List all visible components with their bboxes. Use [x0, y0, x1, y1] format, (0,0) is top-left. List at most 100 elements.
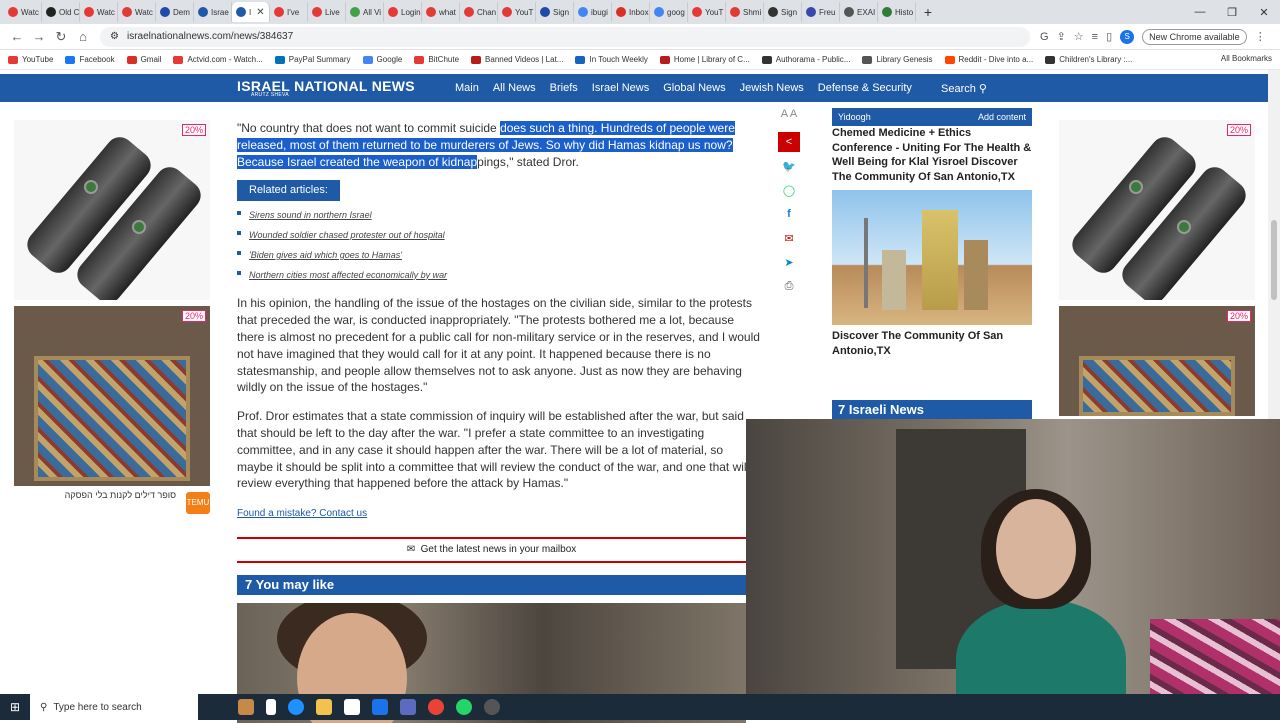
menu-icon[interactable]: ⋮	[1255, 30, 1266, 43]
browser-tab[interactable]: Chan	[460, 2, 498, 22]
bookmark-item[interactable]: Children's Library :...	[1045, 55, 1132, 64]
bookmark-item[interactable]: Facebook	[65, 55, 115, 64]
edge-icon[interactable]	[288, 699, 304, 715]
right-ad[interactable]: ✕ ⓘ 20% 20%	[1059, 120, 1255, 416]
site-search-button[interactable]: Search ⚲	[941, 82, 987, 95]
mail-app-icon[interactable]	[372, 699, 388, 715]
site-logo[interactable]: ISRAEL NATIONAL NEWS ARUTZ SHEVA	[237, 78, 415, 98]
nav-link[interactable]: Jewish News	[740, 82, 804, 94]
nav-link[interactable]: Main	[455, 82, 479, 94]
whatsapp-icon[interactable]: ◯	[778, 180, 800, 200]
task-view-icon[interactable]	[266, 699, 276, 715]
bookmark-item[interactable]: Library Genesis	[862, 55, 933, 64]
san-antonio-image[interactable]	[832, 190, 1032, 325]
related-article-link[interactable]: Wounded soldier chased protester out of …	[237, 227, 762, 244]
promo-title[interactable]: Chemed Medicine + Ethics Conference - Un…	[832, 126, 1032, 184]
browser-tab[interactable]: Live	[308, 2, 346, 22]
profile-avatar[interactable]: S	[1120, 29, 1135, 44]
bookmark-item[interactable]: Google	[362, 55, 402, 64]
back-icon[interactable]: ←	[6, 29, 28, 44]
print-icon[interactable]: ⎙	[778, 276, 800, 296]
nav-link[interactable]: Global News	[663, 82, 725, 94]
obs-icon[interactable]	[484, 699, 500, 715]
minimize-icon[interactable]: —	[1184, 6, 1216, 18]
telegram-icon[interactable]: ➤	[778, 252, 800, 272]
browser-tab[interactable]: I've	[270, 2, 308, 22]
app-icon[interactable]	[400, 699, 416, 715]
browser-tab[interactable]: YouT	[498, 2, 536, 22]
bookmark-item[interactable]: Actvid.com - Watch...	[173, 55, 263, 64]
promo-title[interactable]: Discover The Community Of San Antonio,TX	[832, 329, 1032, 358]
sidepanel-icon[interactable]: ▯	[1106, 30, 1112, 43]
bookmark-item[interactable]: YouTube	[8, 55, 53, 64]
store-icon[interactable]	[344, 699, 360, 715]
nav-link[interactable]: All News	[493, 82, 536, 94]
browser-tab[interactable]: EXAI	[840, 2, 878, 22]
tab-search-icon[interactable]: ≡	[1092, 31, 1098, 43]
scrollbar-thumb[interactable]	[1271, 220, 1277, 300]
taskbar-search-input[interactable]: ⚲ Type here to search	[30, 694, 198, 720]
new-chrome-button[interactable]: New Chrome available	[1142, 28, 1247, 45]
share-icon[interactable]: <	[778, 132, 800, 152]
bookmark-item[interactable]: Banned Videos | Lat...	[471, 55, 563, 64]
email-icon[interactable]: ✉	[778, 228, 800, 248]
newsletter-bar[interactable]: ✉ Get the latest news in your mailbox	[237, 536, 746, 563]
site-info-icon[interactable]: ⚙	[110, 31, 119, 42]
nav-link[interactable]: Briefs	[550, 82, 578, 94]
browser-tab[interactable]: I ✕	[232, 2, 270, 22]
new-tab-icon[interactable]: +	[916, 4, 940, 20]
rug-ad-image[interactable]: 20%	[14, 306, 210, 486]
facebook-icon[interactable]: f	[778, 204, 800, 224]
contact-us-link[interactable]: Found a mistake? Contact us	[237, 506, 762, 523]
browser-tab[interactable]: Sign	[536, 2, 574, 22]
chrome-icon[interactable]	[428, 699, 444, 715]
browser-tab[interactable]: goog	[650, 2, 688, 22]
browser-tab[interactable]: All Vi	[346, 2, 384, 22]
share-page-icon[interactable]: ⇪	[1057, 30, 1066, 43]
url-input[interactable]: ⚙ israelnationalnews.com/news/384637	[100, 26, 1030, 47]
restore-icon[interactable]: ❐	[1216, 6, 1248, 19]
flashlight-ad-image[interactable]: 20%	[14, 120, 210, 300]
temu-logo[interactable]: TEMU	[186, 492, 210, 514]
sponsor-logo[interactable]: Yidoogh	[838, 112, 871, 122]
forward-icon[interactable]: →	[28, 29, 50, 44]
related-article-link[interactable]: Northern cities most affected economical…	[237, 267, 762, 284]
browser-tab[interactable]: Watc	[4, 2, 42, 22]
windows-start-icon[interactable]: ⊞	[0, 700, 30, 714]
browser-tab[interactable]: ibugi	[574, 2, 612, 22]
weather-icon[interactable]	[238, 699, 254, 715]
close-tab-icon[interactable]: ✕	[256, 7, 264, 18]
browser-tab[interactable]: Shmi	[726, 2, 764, 22]
reload-icon[interactable]: ↻	[50, 29, 72, 45]
flashlight-ad-image[interactable]: 20%	[1059, 120, 1255, 300]
rug-ad-image[interactable]: 20%	[1059, 306, 1255, 416]
bookmark-item[interactable]: Reddit - Dive into a...	[944, 55, 1033, 64]
browser-tab[interactable]: Sign	[764, 2, 802, 22]
browser-tab[interactable]: Login	[384, 2, 422, 22]
google-lens-icon[interactable]: G	[1040, 31, 1049, 43]
bookmark-star-icon[interactable]: ☆	[1074, 30, 1084, 43]
browser-tab[interactable]: Israe	[194, 2, 232, 22]
add-content-button[interactable]: Add content	[978, 112, 1026, 122]
home-icon[interactable]: ⌂	[72, 29, 94, 44]
browser-tab[interactable]: what	[422, 2, 460, 22]
browser-tab[interactable]: Watc	[118, 2, 156, 22]
browser-tab[interactable]: Inbox	[612, 2, 650, 22]
all-bookmarks-button[interactable]: All Bookmarks	[1221, 54, 1272, 63]
file-explorer-icon[interactable]	[316, 699, 332, 715]
related-article-link[interactable]: Sirens sound in northern Israel	[237, 207, 762, 224]
font-size-toggle[interactable]: A A	[777, 108, 801, 120]
browser-tab[interactable]: Watc	[80, 2, 118, 22]
bookmark-item[interactable]: Gmail	[126, 55, 161, 64]
twitter-icon[interactable]: 🐦	[778, 156, 800, 176]
nav-link[interactable]: Israel News	[592, 82, 649, 94]
browser-tab[interactable]: YouT	[688, 2, 726, 22]
bookmark-item[interactable]: BitChute	[414, 55, 459, 64]
browser-tab[interactable]: Freu	[802, 2, 840, 22]
bookmark-item[interactable]: Home | Library of C...	[659, 55, 750, 64]
bookmark-item[interactable]: In Touch Weekly	[575, 55, 648, 64]
left-ad[interactable]: ✕ ⓘ 20% 20% סופר דילים לקנות בלי הפסקה T…	[14, 120, 210, 514]
browser-tab[interactable]: Histo	[878, 2, 916, 22]
nav-link[interactable]: Defense & Security	[818, 82, 912, 94]
bookmark-item[interactable]: PayPal Summary	[274, 55, 351, 64]
